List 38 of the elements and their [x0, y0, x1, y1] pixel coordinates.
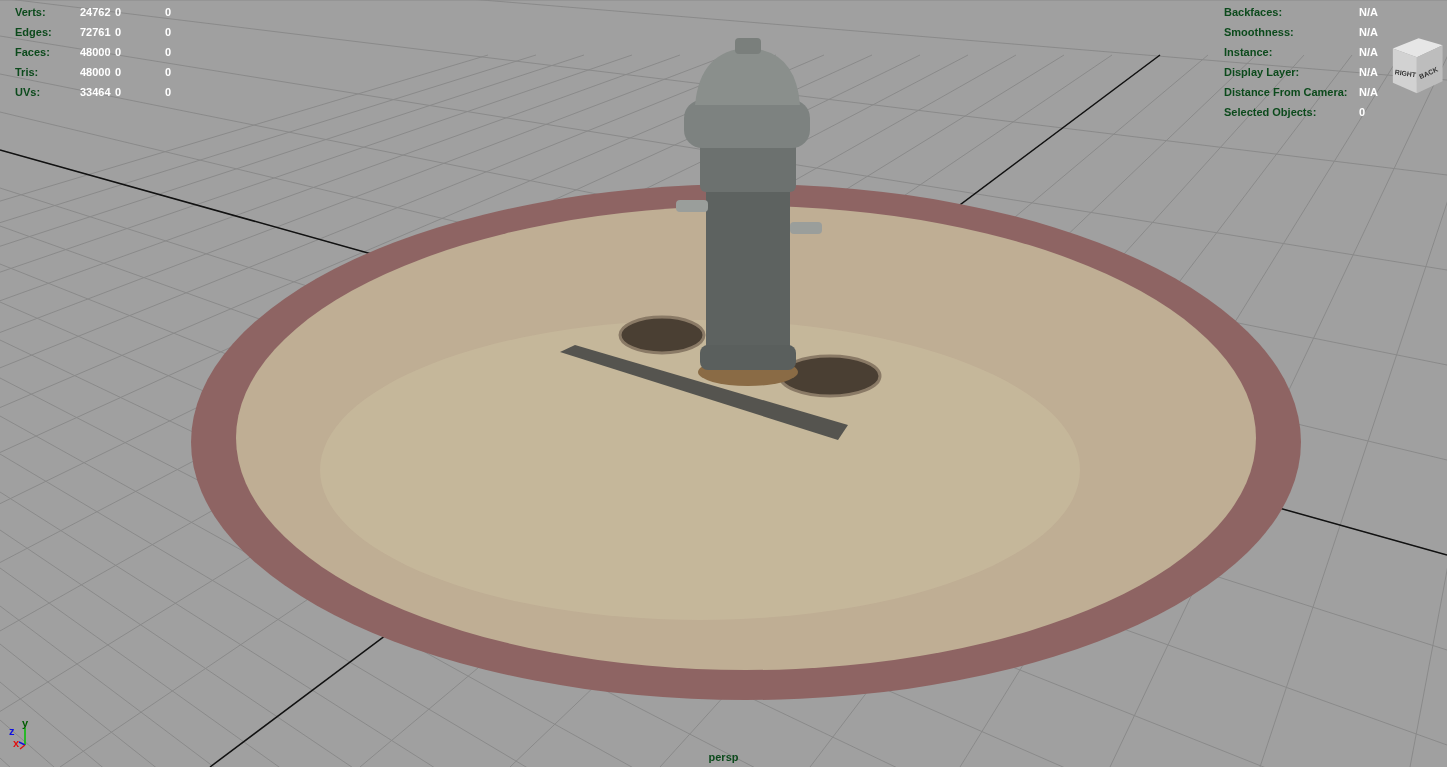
- hud-value: 48000: [80, 65, 112, 80]
- hud-label: Backfaces:: [1224, 5, 1284, 20]
- hud-value: 0: [115, 45, 123, 60]
- hud-value: 0: [115, 85, 123, 100]
- hud-label: Display Layer:: [1224, 65, 1301, 80]
- hud-value: 0: [165, 85, 173, 100]
- hud-label: Verts:: [15, 5, 47, 20]
- camera-name: persp: [708, 750, 739, 765]
- hud-value: N/A: [1359, 45, 1378, 60]
- hud-value: 0: [165, 65, 173, 80]
- hud-value: 33464: [80, 85, 112, 100]
- hud-value: 24762: [80, 5, 112, 20]
- view-cube-drawing[interactable]: [1392, 38, 1443, 94]
- hud-label: Distance From Camera:: [1224, 85, 1349, 100]
- axis-label: y: [22, 718, 29, 729]
- hud-label: Tris:: [15, 65, 40, 80]
- hud-label: Edges:: [15, 25, 53, 40]
- hud-value: 0: [165, 5, 173, 20]
- axis-lines-icon: [18, 727, 26, 750]
- hud-value: 48000: [80, 45, 112, 60]
- hud-value: N/A: [1359, 85, 1378, 100]
- hud-label: Smoothness:: [1224, 25, 1295, 40]
- axis-label: x: [13, 738, 20, 749]
- hud-value: 0: [165, 25, 173, 40]
- hud-value: 0: [115, 65, 123, 80]
- hud-label: Instance:: [1224, 45, 1274, 60]
- hud-value: 72761: [80, 25, 112, 40]
- hud-value: N/A: [1359, 25, 1378, 40]
- hud-value: N/A: [1359, 65, 1378, 80]
- hud-label: Faces:: [15, 45, 51, 60]
- hud-value: 0: [115, 5, 123, 20]
- hud-value: 0: [1359, 105, 1366, 120]
- hud-value: N/A: [1359, 5, 1378, 20]
- hud-value: 0: [115, 25, 123, 40]
- hud-value: 0: [165, 45, 173, 60]
- axis-label: z: [9, 726, 15, 737]
- hud-label: UVs:: [15, 85, 42, 100]
- hud-label: Selected Objects:: [1224, 105, 1318, 120]
